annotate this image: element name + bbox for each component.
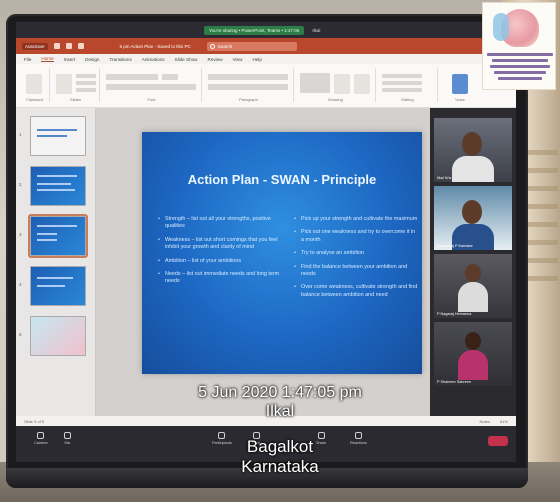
left-bullet-column: Strength – list out all your strengths, … [158,216,282,292]
ribbon-group-label: Drawing [328,97,343,102]
current-slide[interactable]: Action Plan - SWAN - Principle Strength … [142,132,422,374]
tab-insert[interactable]: Insert [64,57,76,62]
ribbon-group-paragraph: Paragraph [204,68,294,102]
participant-tile-1[interactable]: Ilkal Kris [434,118,512,182]
slide-editing-area: Action Plan - SWAN - Principle Strength … [96,108,430,416]
arrange-button[interactable] [334,74,350,94]
participant-tile-3[interactable]: P Nagaraj Hemanna [434,254,512,318]
thumb-number: 2 [19,182,22,187]
thumb-number: 3 [19,232,22,237]
search-icon [209,43,215,49]
photo-city: Ilkal [265,403,295,420]
ribbon-group-editing: Editing [378,68,438,102]
ppt-titlebar: AutoSave 5 pm Action Plan - Saved to thi… [16,38,516,54]
slide-thumbnails-pane: 1 2 3 4 5 [16,108,96,416]
slide-thumbnail-2[interactable] [30,166,86,206]
list-buttons[interactable] [208,74,288,80]
participant-gallery: Ilkal Kris Basavaraj P Kamatar P Nagaraj… [430,108,516,416]
slide-thumbnail-3[interactable] [28,214,88,258]
participant-avatar [465,332,481,350]
tab-slide-show[interactable]: Slide Show [175,57,198,62]
undo-icon[interactable] [65,43,72,49]
participant-avatar [462,200,482,224]
participant-avatar [465,264,481,282]
tab-home[interactable]: Home [41,56,54,62]
photo-background: You're sharing • PowerPoint, Teams • 1:4… [0,0,560,502]
tab-file[interactable]: File [24,57,31,62]
photo-district: Bagalkot [246,437,314,456]
tab-transitions[interactable]: Transitions [109,57,131,62]
paste-button[interactable] [26,74,42,94]
ribbon-group-label: Editing [401,97,414,102]
section-button[interactable] [76,88,96,92]
tab-animations[interactable]: Animations [142,57,165,62]
bullet-needs: Needs – list out immediate needs and lon… [158,271,282,286]
ribbon-group-slides: Slides [52,68,100,102]
save-icon[interactable] [53,43,60,49]
ribbon-group-label: Font [147,97,156,102]
bullet-analyse-ambition: Try to analyse an ambition [294,250,418,258]
photo-timestamp: 5 Jun 2020 1:47:05 pm [198,384,362,401]
shapes-gallery[interactable] [300,73,330,93]
slide-thumbnail-4[interactable] [30,266,86,306]
organization-logo [482,2,556,90]
photo-state: Karnataka [241,457,319,476]
search-box[interactable]: Search [206,41,297,51]
teams-user: Ilkal [312,27,321,33]
bullet-overcome: Over come weakness, cultivate strength a… [294,284,418,299]
participant-avatar [462,132,482,156]
document-title: 5 pm Action Plan - Saved to this PC [119,43,191,49]
ribbon-group-voice: Voice [440,68,480,102]
tab-help[interactable]: Help [252,57,261,62]
teams-share-bar: You're sharing • PowerPoint, Teams • 1:4… [16,22,516,38]
dictate-button[interactable] [452,74,468,94]
participant-tile-4[interactable]: P Shaheen Sabreen [434,322,512,386]
ribbon-group-label: Voice [455,97,465,102]
layout-button[interactable] [76,74,96,78]
reset-button[interactable] [76,81,96,85]
search-placeholder: Search [217,43,233,49]
bullet-find-balance: Find the balance between your ambition a… [294,264,418,279]
bullet-strength: Strength – list out all your strengths, … [158,216,282,231]
bullet-pick-strength: Pick up your strength and cultivate the … [294,216,418,224]
bullet-weakness: Weakness – list out short comings that y… [158,237,282,252]
tab-design[interactable]: Design [85,57,99,62]
participant-tile-2[interactable]: Basavaraj P Kamatar [434,186,512,250]
participant-name: Ilkal Kris [437,176,452,180]
bullet-ambition: Ambition – list of your ambitions [158,258,282,266]
align-buttons[interactable] [208,84,288,90]
new-slide-button[interactable] [56,74,72,94]
replace-button[interactable] [382,81,422,85]
ribbon-group-label: Clipboard [25,97,44,102]
ribbon: Clipboard Slides Font Paragraph Drawing … [16,64,516,108]
thumb-number: 5 [19,332,22,337]
right-bullet-column: Pick up your strength and cultivate the … [294,216,418,305]
participant-name: P Nagaraj Hemanna [437,312,472,316]
ribbon-group-label: Slides [70,97,81,102]
autosave-toggle[interactable]: AutoSave [22,42,48,50]
tab-view[interactable]: View [233,57,243,62]
participant-name: Basavaraj P Kamatar [437,244,473,248]
logo-figure-2 [493,13,509,41]
font-family-select[interactable] [106,74,158,80]
ribbon-group-font: Font [102,68,202,102]
slide-thumbnail-1[interactable] [30,116,86,156]
select-button[interactable] [382,88,422,92]
thumb-number: 1 [19,132,22,137]
ribbon-group-label: Paragraph [239,97,258,102]
bullet-pick-weakness: Pick out one weakness and try to overcom… [294,229,418,244]
ribbon-group-clipboard: Clipboard [20,68,50,102]
thumb-number: 4 [19,282,22,287]
redo-icon[interactable] [77,43,84,49]
font-format-buttons[interactable] [106,84,196,90]
find-button[interactable] [382,74,422,78]
font-size-select[interactable] [162,74,178,80]
sharing-indicator[interactable]: You're sharing • PowerPoint, Teams • 1:4… [204,25,305,35]
slide-title: Action Plan - SWAN - Principle [187,172,377,187]
ribbon-group-drawing: Drawing [296,68,376,102]
ribbon-tabs: File Home Insert Design Transitions Anim… [16,54,516,64]
tab-review[interactable]: Review [208,57,223,62]
slide-thumbnail-5[interactable] [30,316,86,356]
quick-styles-button[interactable] [354,74,370,94]
